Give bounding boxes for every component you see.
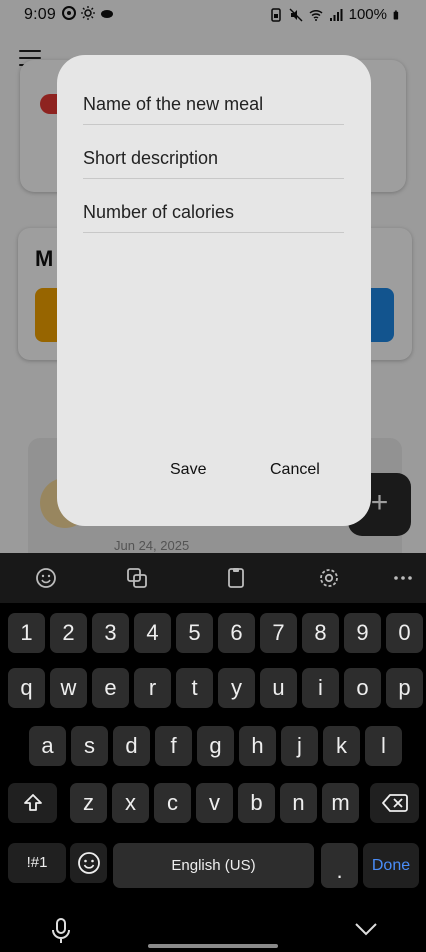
key-n[interactable]: n (280, 783, 317, 823)
key-5[interactable]: 5 (176, 613, 213, 653)
shift-key[interactable] (8, 783, 57, 823)
key-j[interactable]: j (281, 726, 318, 766)
key-y[interactable]: y (218, 668, 255, 708)
microphone-icon[interactable] (50, 918, 72, 944)
key-x[interactable]: x (112, 783, 149, 823)
emoji-icon[interactable] (34, 566, 58, 590)
key-w[interactable]: w (50, 668, 87, 708)
key-8[interactable]: 8 (302, 613, 339, 653)
key-q[interactable]: q (8, 668, 45, 708)
meal-name-input[interactable] (83, 83, 344, 124)
app-background: 9:09 100% M Jun 24, 2025 + Name of the n… (0, 0, 426, 553)
key-o[interactable]: o (344, 668, 381, 708)
key-p[interactable]: p (386, 668, 423, 708)
key-s[interactable]: s (71, 726, 108, 766)
key-d[interactable]: d (113, 726, 150, 766)
emoji-key-icon (77, 852, 100, 874)
navigation-bar (0, 906, 426, 952)
period-key[interactable]: . (321, 843, 358, 888)
cancel-button[interactable]: Cancel (270, 461, 320, 479)
key-7[interactable]: 7 (260, 613, 297, 653)
meal-calories-input[interactable] (83, 191, 344, 232)
key-m[interactable]: m (322, 783, 359, 823)
meal-description-field (83, 137, 344, 179)
save-button[interactable]: Save (170, 461, 206, 479)
key-g[interactable]: g (197, 726, 234, 766)
symbols-key[interactable]: !#1 (8, 843, 66, 883)
key-0[interactable]: 0 (386, 613, 423, 653)
key-9[interactable]: 9 (344, 613, 381, 653)
emoji-key[interactable] (70, 843, 107, 883)
space-key[interactable]: English (US) (113, 843, 314, 888)
key-r[interactable]: r (134, 668, 171, 708)
key-t[interactable]: t (176, 668, 213, 708)
key-l[interactable]: l (365, 726, 402, 766)
backspace-key[interactable] (370, 783, 419, 823)
new-meal-dialog: Save Cancel (57, 55, 371, 526)
key-u[interactable]: u (260, 668, 297, 708)
key-2[interactable]: 2 (50, 613, 87, 653)
key-b[interactable]: b (238, 783, 275, 823)
more-options-icon[interactable] (391, 566, 415, 590)
key-1[interactable]: 1 (8, 613, 45, 653)
meal-calories-field (83, 191, 344, 233)
key-v[interactable]: v (196, 783, 233, 823)
key-i[interactable]: i (302, 668, 339, 708)
settings-icon[interactable] (317, 566, 341, 590)
meal-description-input[interactable] (83, 137, 344, 178)
key-h[interactable]: h (239, 726, 276, 766)
translate-icon[interactable] (125, 566, 149, 590)
key-3[interactable]: 3 (92, 613, 129, 653)
hide-keyboard-icon[interactable] (354, 922, 378, 936)
key-f[interactable]: f (155, 726, 192, 766)
key-z[interactable]: z (70, 783, 107, 823)
backspace-icon (381, 794, 408, 812)
keyboard-toolbar (0, 553, 426, 603)
keyboard: 1 2 3 4 5 6 7 8 9 0 q w e r t y u i o p … (0, 603, 426, 952)
meal-name-field (83, 83, 344, 125)
key-e[interactable]: e (92, 668, 129, 708)
key-c[interactable]: c (154, 783, 191, 823)
key-a[interactable]: a (29, 726, 66, 766)
clipboard-icon[interactable] (224, 566, 248, 590)
done-key[interactable]: Done (363, 843, 419, 888)
key-6[interactable]: 6 (218, 613, 255, 653)
home-indicator[interactable] (148, 944, 278, 948)
key-4[interactable]: 4 (134, 613, 171, 653)
key-k[interactable]: k (323, 726, 360, 766)
shift-icon (23, 794, 42, 811)
